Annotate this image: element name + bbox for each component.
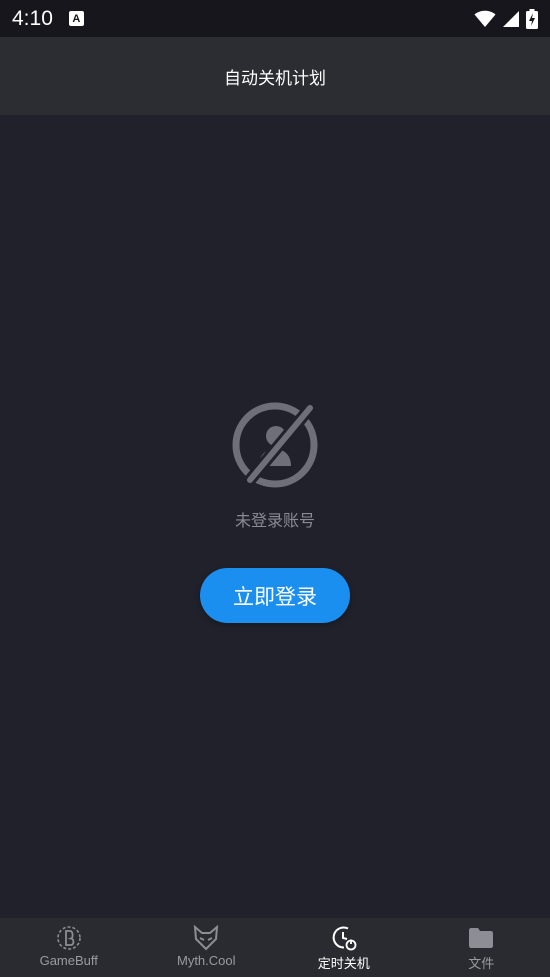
nav-label: 定时关机 bbox=[317, 956, 370, 971]
status-time: 4:10 bbox=[12, 6, 53, 30]
nav-label: 文件 bbox=[468, 956, 495, 971]
nav-item-myth-cool[interactable]: Myth.Cool bbox=[138, 918, 276, 977]
page-title: 自动关机计划 bbox=[224, 68, 326, 89]
app-bar: 自动关机计划 bbox=[0, 37, 550, 115]
gamebuff-icon bbox=[55, 924, 83, 952]
nav-item-gamebuff[interactable]: GameBuff bbox=[0, 918, 138, 977]
notification-a-icon: A bbox=[68, 11, 84, 26]
empty-state-message: 未登录账号 bbox=[234, 511, 315, 530]
login-button[interactable]: 立即登录 bbox=[200, 568, 350, 623]
no-account-icon bbox=[232, 402, 318, 488]
status-bar: 4:10 A bbox=[0, 0, 550, 37]
battery-charging-icon bbox=[526, 8, 538, 29]
nav-item-timer-shutdown[interactable]: 定时关机 bbox=[275, 918, 413, 977]
nav-label: Myth.Cool bbox=[176, 953, 236, 968]
status-right bbox=[474, 8, 538, 29]
nav-label: GameBuff bbox=[39, 953, 98, 968]
signal-icon bbox=[503, 10, 519, 27]
myth-cool-icon bbox=[192, 924, 220, 952]
nav-item-files[interactable]: 文件 bbox=[413, 918, 550, 977]
folder-icon bbox=[467, 924, 495, 952]
wifi-icon bbox=[474, 10, 496, 27]
timer-shutdown-icon bbox=[330, 924, 358, 952]
bottom-nav: GameBuff Myth.Cool 定时关机 文件 bbox=[0, 918, 550, 977]
status-left: 4:10 A bbox=[12, 7, 84, 31]
